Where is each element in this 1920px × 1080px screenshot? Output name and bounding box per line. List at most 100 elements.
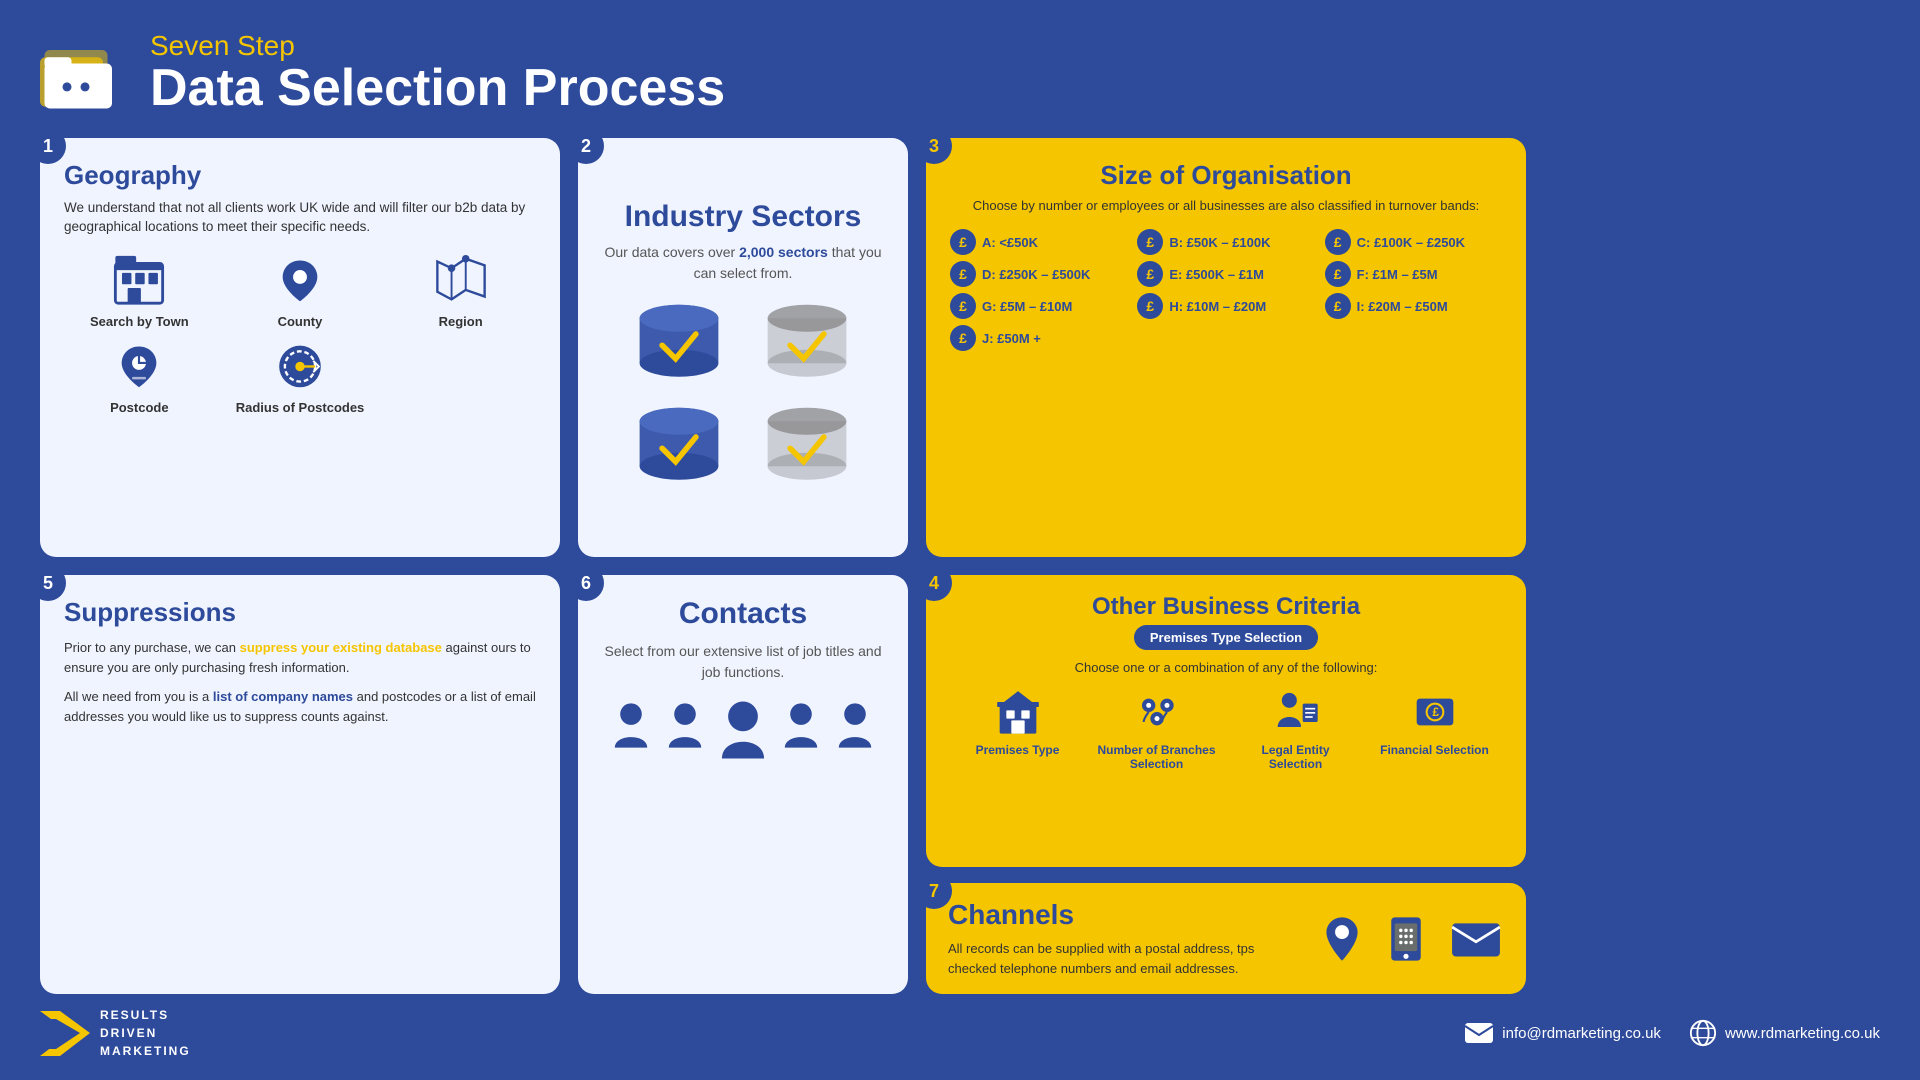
postcode-icon <box>109 339 169 394</box>
suppressions-card: 5 Suppressions Prior to any purchase, we… <box>40 575 560 994</box>
footer-contact: info@rdmarketing.co.uk www.rdmarketing.c… <box>1464 1019 1880 1047</box>
size-band-c: £ C: £100K – £250K <box>1325 229 1502 255</box>
step6-badge: 6 <box>568 565 604 601</box>
branches-label: Number of Branches Selection <box>1095 743 1217 771</box>
size-org-subtitle: Choose by number or employees or all bus… <box>950 197 1502 215</box>
header-text: Seven Step Data Selection Process <box>150 30 725 114</box>
legal-entity-icon <box>1271 687 1321 737</box>
pound-icon-f: £ <box>1325 261 1351 287</box>
person-icon-4 <box>833 699 877 753</box>
header: Seven Step Data Selection Process <box>40 30 1880 114</box>
size-band-a: £ A: <£50K <box>950 229 1127 255</box>
pound-icon-j: £ <box>950 325 976 351</box>
geo-item-region: Region <box>385 253 536 329</box>
geo-radius-label: Radius of Postcodes <box>236 400 365 415</box>
size-band-d: £ D: £250K – £500K <box>950 261 1127 287</box>
county-icon <box>270 253 330 308</box>
person-icon-1 <box>609 699 653 753</box>
db-icon-1 <box>619 298 739 393</box>
geo-item-town: Search by Town <box>64 253 215 329</box>
size-band-e: £ E: £500K – £1M <box>1137 261 1314 287</box>
step1-badge: 1 <box>30 128 66 164</box>
geo-item-county: County <box>225 253 376 329</box>
size-band-b: £ B: £50K – £100K <box>1137 229 1314 255</box>
band-b-label: B: £50K – £100K <box>1169 235 1270 250</box>
size-band-j: £ J: £50M + <box>950 325 1127 351</box>
channels-icons <box>1320 913 1504 965</box>
rdm-logo-icon <box>40 1011 90 1056</box>
phone-icon <box>1384 913 1428 965</box>
size-band-f: £ F: £1M – £5M <box>1325 261 1502 287</box>
branches-icon <box>1132 687 1182 737</box>
company-names-highlight: list of company names <box>213 689 353 704</box>
geo-county-label: County <box>278 314 323 329</box>
footer-email-icon <box>1464 1021 1494 1045</box>
contacts-card: 6 Contacts Select from our extensive lis… <box>578 575 908 994</box>
geo-town-label: Search by Town <box>90 314 189 329</box>
footer-line1: RESULTS <box>100 1008 169 1022</box>
geography-card: 1 Geography We understand that not all c… <box>40 138 560 557</box>
pound-icon-h: £ <box>1137 293 1163 319</box>
criteria-financial: £ Financial Selection <box>1373 687 1495 757</box>
footer-line3: MARKETING <box>100 1044 191 1058</box>
financial-selection-icon: £ <box>1410 687 1460 737</box>
size-band-h: £ H: £10M – £20M <box>1137 293 1314 319</box>
premises-type-icon <box>993 687 1043 737</box>
db-icon-3 <box>619 401 739 496</box>
step3-badge: 3 <box>916 128 952 164</box>
search-by-town-icon <box>109 253 169 308</box>
band-a-label: A: <£50K <box>982 235 1038 250</box>
channels-title: Channels <box>948 899 1296 931</box>
footer-logo: RESULTS DRIVEN MARKETING <box>40 1006 191 1060</box>
footer-website: www.rdmarketing.co.uk <box>1725 1025 1880 1042</box>
other-criteria-title: Other Business Criteria <box>948 593 1504 621</box>
size-org-title: Size of Organisation <box>950 160 1502 191</box>
suppress-highlight: suppress your existing database <box>240 640 442 655</box>
person-icon-3 <box>779 699 823 753</box>
footer: RESULTS DRIVEN MARKETING info@rdmarketin… <box>40 1006 1880 1060</box>
right-bottom-column: 4 Other Business Criteria Premises Type … <box>926 575 1526 994</box>
footer-logo-text: RESULTS DRIVEN MARKETING <box>100 1006 191 1060</box>
main-container: Seven Step Data Selection Process 1 Geog… <box>0 0 1920 1080</box>
size-org-card: 3 Size of Organisation Choose by number … <box>926 138 1526 557</box>
pound-icon-e: £ <box>1137 261 1163 287</box>
geo-item-postcode: Postcode <box>64 339 215 415</box>
db-icon-2 <box>747 298 867 393</box>
criteria-legal: Legal Entity Selection <box>1234 687 1356 771</box>
step7-badge: 7 <box>916 873 952 909</box>
geo-item-radius: Radius of Postcodes <box>225 339 376 415</box>
pound-icon-c: £ <box>1325 229 1351 255</box>
pound-icon-a: £ <box>950 229 976 255</box>
pound-icon-d: £ <box>950 261 976 287</box>
premises-badge-wrap: Premises Type Selection <box>948 625 1504 660</box>
step2-badge: 2 <box>568 128 604 164</box>
band-h-label: H: £10M – £20M <box>1169 299 1266 314</box>
band-f-label: F: £1M – £5M <box>1357 267 1438 282</box>
suppressions-text2: All we need from you is a list of compan… <box>64 687 536 726</box>
header-subtitle: Seven Step <box>150 30 725 62</box>
main-content-grid: 1 Geography We understand that not all c… <box>40 138 1880 994</box>
email-icon <box>1448 916 1504 962</box>
svg-text:£: £ <box>1432 706 1439 719</box>
criteria-branches: Number of Branches Selection <box>1095 687 1217 771</box>
industry-title: Industry Sectors <box>625 200 862 234</box>
industry-card: 2 Industry Sectors Our data covers over … <box>578 138 908 557</box>
band-i-label: I: £20M – £50M <box>1357 299 1448 314</box>
person-icon-highlighted <box>717 699 769 761</box>
premises-type-label: Premises Type <box>976 743 1060 757</box>
geo-region-label: Region <box>439 314 483 329</box>
pound-icon-b: £ <box>1137 229 1163 255</box>
pound-icon-g: £ <box>950 293 976 319</box>
contacts-desc: Select from our extensive list of job ti… <box>602 641 884 683</box>
legal-entity-label: Legal Entity Selection <box>1234 743 1356 771</box>
folder-icon <box>40 32 130 112</box>
geography-title: Geography <box>64 160 536 191</box>
footer-email: info@rdmarketing.co.uk <box>1502 1025 1661 1042</box>
industry-desc: Our data covers over 2,000 sectors that … <box>602 242 884 284</box>
geography-desc: We understand that not all clients work … <box>64 199 536 237</box>
channels-card: 7 Channels All records can be supplied w… <box>926 883 1526 994</box>
other-criteria-card: 4 Other Business Criteria Premises Type … <box>926 575 1526 867</box>
radius-icon <box>270 339 330 394</box>
person-icon-2 <box>663 699 707 753</box>
band-e-label: E: £500K – £1M <box>1169 267 1264 282</box>
